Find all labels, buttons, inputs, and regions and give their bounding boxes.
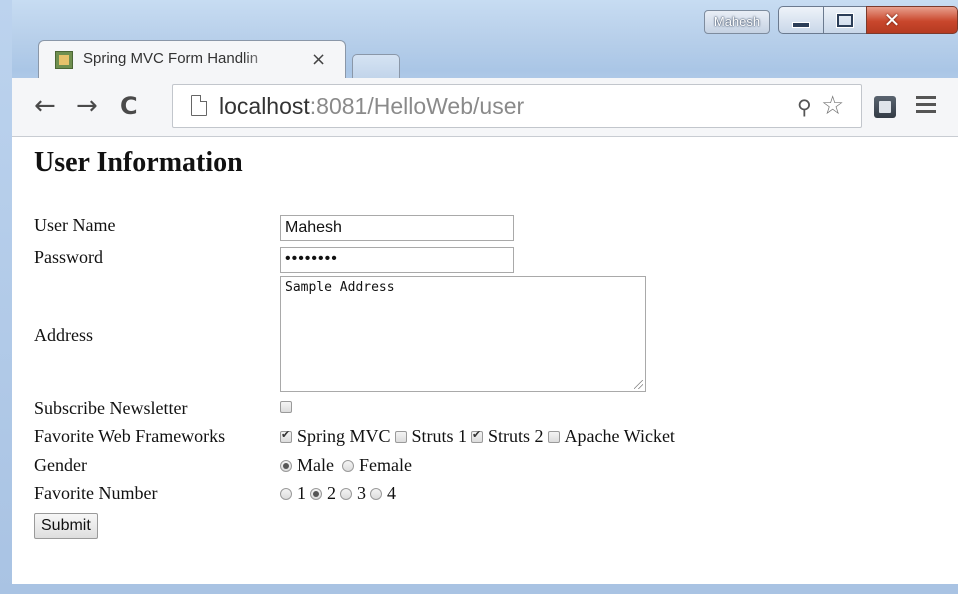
number-radio-2[interactable]: [310, 487, 322, 500]
gender-radio-female[interactable]: [341, 459, 354, 472]
close-icon[interactable]: ×: [311, 49, 326, 70]
number-group: 1 2 3 4: [280, 483, 400, 504]
menu-icon[interactable]: [916, 96, 936, 117]
gender-option-label: Male: [297, 455, 334, 475]
window-frame-bottom: [0, 584, 958, 594]
address-bar[interactable]: localhost:8081/HelloWeb/user ⚲ ☆: [172, 84, 862, 128]
newsletter-label: Subscribe Newsletter: [34, 398, 188, 418]
number-option-label: 4: [387, 483, 396, 503]
gender-option-label: Female: [358, 455, 412, 475]
profile-badge[interactable]: Mahesh: [704, 10, 770, 34]
back-arrow-icon[interactable]: ←: [34, 92, 56, 120]
address-text: Sample Address: [285, 280, 395, 295]
minimize-button[interactable]: [778, 6, 824, 34]
resize-grip-icon[interactable]: [634, 380, 643, 389]
page-content: User Information User Name Mahesh Passwo…: [12, 137, 958, 584]
framework-label: Apache Wicket: [564, 426, 675, 446]
page-icon: [191, 95, 207, 116]
url-host: localhost: [219, 93, 310, 119]
framework-checkbox-struts2[interactable]: [471, 428, 484, 443]
framework-label: Struts 1: [411, 426, 468, 446]
number-option-label: 2: [327, 483, 336, 503]
gender-label: Gender: [34, 455, 87, 475]
minimize-icon: [792, 22, 810, 28]
number-option-label: 3: [357, 483, 366, 503]
maximize-button[interactable]: [823, 6, 867, 34]
star-icon[interactable]: ☆: [821, 91, 844, 121]
username-label: User Name: [34, 215, 116, 235]
window-frame-left: [0, 0, 12, 594]
password-label: Password: [34, 247, 104, 267]
zoom-icon[interactable]: ⚲: [797, 95, 812, 119]
number-radio-1[interactable]: [280, 487, 292, 500]
address-label: Address: [34, 325, 93, 345]
tab-active[interactable]: Spring MVC Form Handlin ×: [38, 40, 346, 79]
url-path: :8081/HelloWeb/user: [309, 93, 525, 119]
framework-label: Struts 2: [488, 426, 544, 446]
submit-button[interactable]: Submit: [34, 513, 98, 539]
number-option-label: 1: [297, 483, 306, 503]
password-input[interactable]: ••••••••: [280, 247, 514, 273]
extension-icon[interactable]: [874, 96, 896, 118]
browser-window: Mahesh ✕ Spring MVC Form Handlin × ← → C…: [0, 0, 958, 594]
page-title: User Information: [34, 147, 243, 178]
browser-toolbar: ← → C localhost:8081/HelloWeb/user ⚲ ☆: [12, 78, 958, 137]
window-close-icon: ✕: [883, 8, 901, 32]
reload-icon[interactable]: C: [120, 92, 138, 120]
tab-title: Spring MVC Form Handlin: [83, 50, 259, 67]
number-radio-3[interactable]: [340, 487, 352, 500]
new-tab-button[interactable]: [352, 54, 400, 79]
framework-checkbox-apache-wicket[interactable]: [547, 430, 560, 443]
frameworks-group: Spring MVC Struts 1 Struts 2 Apache Wick…: [280, 426, 679, 447]
number-label: Favorite Number: [34, 483, 158, 503]
framework-checkbox-spring-mvc[interactable]: [280, 428, 292, 443]
gender-group: Male Female: [280, 455, 416, 476]
maximize-icon: [837, 13, 853, 27]
newsletter-checkbox[interactable]: [280, 401, 292, 413]
username-input[interactable]: Mahesh: [280, 215, 514, 241]
framework-checkbox-struts1[interactable]: [394, 430, 407, 443]
url-text[interactable]: localhost:8081/HelloWeb/user: [219, 93, 524, 120]
favicon-icon: [55, 51, 73, 69]
frameworks-label: Favorite Web Frameworks: [34, 426, 226, 446]
framework-label: Spring MVC: [297, 426, 391, 446]
forward-arrow-icon[interactable]: →: [76, 92, 98, 120]
gender-radio-male[interactable]: [280, 459, 292, 472]
number-radio-4[interactable]: [370, 487, 382, 500]
window-close-button[interactable]: ✕: [866, 6, 958, 34]
address-textarea[interactable]: Sample Address: [280, 276, 646, 392]
